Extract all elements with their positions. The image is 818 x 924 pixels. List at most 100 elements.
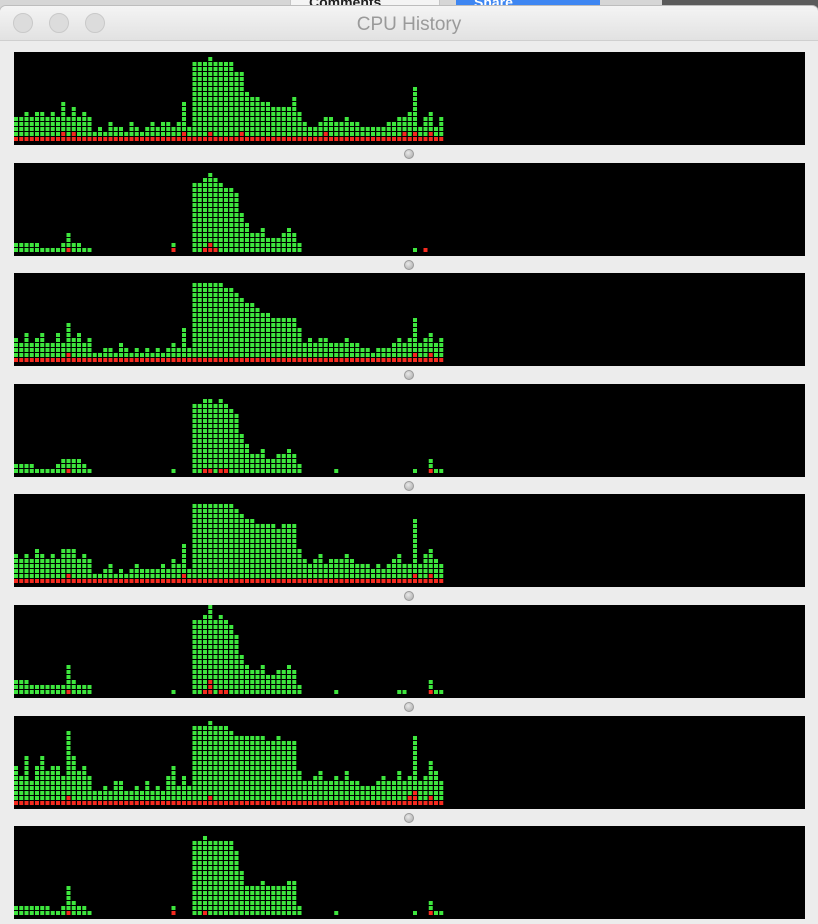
user-load-cell <box>208 87 213 91</box>
user-load-cell <box>87 353 92 357</box>
user-load-cell <box>276 569 281 573</box>
system-load-cell <box>176 801 181 805</box>
user-load-cell <box>229 424 234 428</box>
user-load-cell <box>66 670 71 674</box>
user-load-cell <box>171 791 176 795</box>
user-load-cell <box>439 353 444 357</box>
user-load-cell <box>234 127 239 131</box>
user-load-cell <box>281 680 286 684</box>
system-load-cell <box>197 801 202 805</box>
user-load-cell <box>40 127 45 131</box>
system-load-cell <box>166 579 171 583</box>
user-load-cell <box>308 127 312 131</box>
window-titlebar[interactable]: CPU History <box>0 6 818 41</box>
graph-divider-knob[interactable] <box>404 260 414 270</box>
user-load-cell <box>271 323 276 327</box>
user-load-cell <box>255 549 260 553</box>
system-load-cell <box>428 579 433 583</box>
user-load-cell <box>250 670 255 674</box>
user-load-cell <box>365 791 370 795</box>
user-load-cell <box>297 786 302 790</box>
graph-divider-knob[interactable] <box>404 481 414 491</box>
graph-divider-knob[interactable] <box>404 702 414 712</box>
user-load-cell <box>397 338 402 342</box>
user-load-cell <box>71 756 76 760</box>
user-load-cell <box>213 132 218 136</box>
user-load-cell <box>350 796 354 800</box>
user-load-cell <box>192 554 197 558</box>
user-load-cell <box>250 544 255 548</box>
user-load-cell <box>292 741 297 745</box>
user-load-cell <box>397 348 402 352</box>
user-load-cell <box>45 685 50 689</box>
user-load-cell <box>213 243 218 247</box>
user-load-cell <box>218 198 223 202</box>
user-load-cell <box>276 786 281 790</box>
user-load-cell <box>418 353 423 357</box>
user-load-cell <box>197 539 202 543</box>
user-load-cell <box>229 685 234 689</box>
user-load-cell <box>224 761 228 765</box>
user-load-cell <box>271 675 276 679</box>
user-load-cell <box>360 348 365 352</box>
user-load-cell <box>203 348 207 352</box>
user-load-cell <box>203 896 207 900</box>
user-load-cell <box>19 911 24 915</box>
user-load-cell <box>292 791 297 795</box>
user-load-cell <box>108 569 113 573</box>
user-load-cell <box>407 122 412 126</box>
user-load-cell <box>35 781 39 785</box>
user-load-cell <box>40 469 45 473</box>
user-load-cell <box>392 348 396 352</box>
user-load-cell <box>239 82 244 86</box>
user-load-cell <box>308 338 312 342</box>
user-load-cell <box>297 781 302 785</box>
user-load-cell <box>224 112 228 116</box>
user-load-cell <box>423 564 428 568</box>
user-load-cell <box>397 569 402 573</box>
system-load-cell <box>61 579 66 583</box>
system-load-cell <box>61 137 66 141</box>
user-load-cell <box>92 353 97 357</box>
system-load-cell <box>61 801 66 805</box>
user-load-cell <box>197 665 202 669</box>
user-load-cell <box>413 107 417 111</box>
user-load-cell <box>71 796 76 800</box>
user-load-cell <box>271 348 276 352</box>
user-load-cell <box>45 791 50 795</box>
user-load-cell <box>208 353 213 357</box>
user-load-cell <box>218 640 223 644</box>
user-load-cell <box>50 559 55 563</box>
user-load-cell <box>418 569 423 573</box>
user-load-cell <box>218 454 223 458</box>
graph-divider-knob[interactable] <box>404 370 414 380</box>
user-load-cell <box>29 796 34 800</box>
user-load-cell <box>245 338 249 342</box>
graph-divider-knob[interactable] <box>404 813 414 823</box>
user-load-cell <box>229 796 234 800</box>
user-load-cell <box>397 343 402 347</box>
user-load-cell <box>239 781 244 785</box>
user-load-cell <box>218 731 223 735</box>
user-load-cell <box>213 766 218 770</box>
user-load-cell <box>119 348 123 352</box>
user-load-cell <box>397 781 402 785</box>
user-load-cell <box>192 444 197 448</box>
user-load-cell <box>40 112 45 116</box>
system-load-cell <box>313 358 318 362</box>
user-load-cell <box>276 112 281 116</box>
user-load-cell <box>292 776 297 780</box>
user-load-cell <box>192 464 197 468</box>
user-load-cell <box>218 248 223 252</box>
user-load-cell <box>155 786 160 790</box>
user-load-cell <box>218 404 223 408</box>
graph-divider-knob[interactable] <box>404 149 414 159</box>
user-load-cell <box>250 459 255 463</box>
user-load-cell <box>250 343 255 347</box>
graph-divider-knob[interactable] <box>404 591 414 601</box>
user-load-cell <box>87 911 92 915</box>
user-load-cell <box>192 786 197 790</box>
user-load-cell <box>423 343 428 347</box>
user-load-cell <box>182 549 186 553</box>
user-load-cell <box>203 338 207 342</box>
